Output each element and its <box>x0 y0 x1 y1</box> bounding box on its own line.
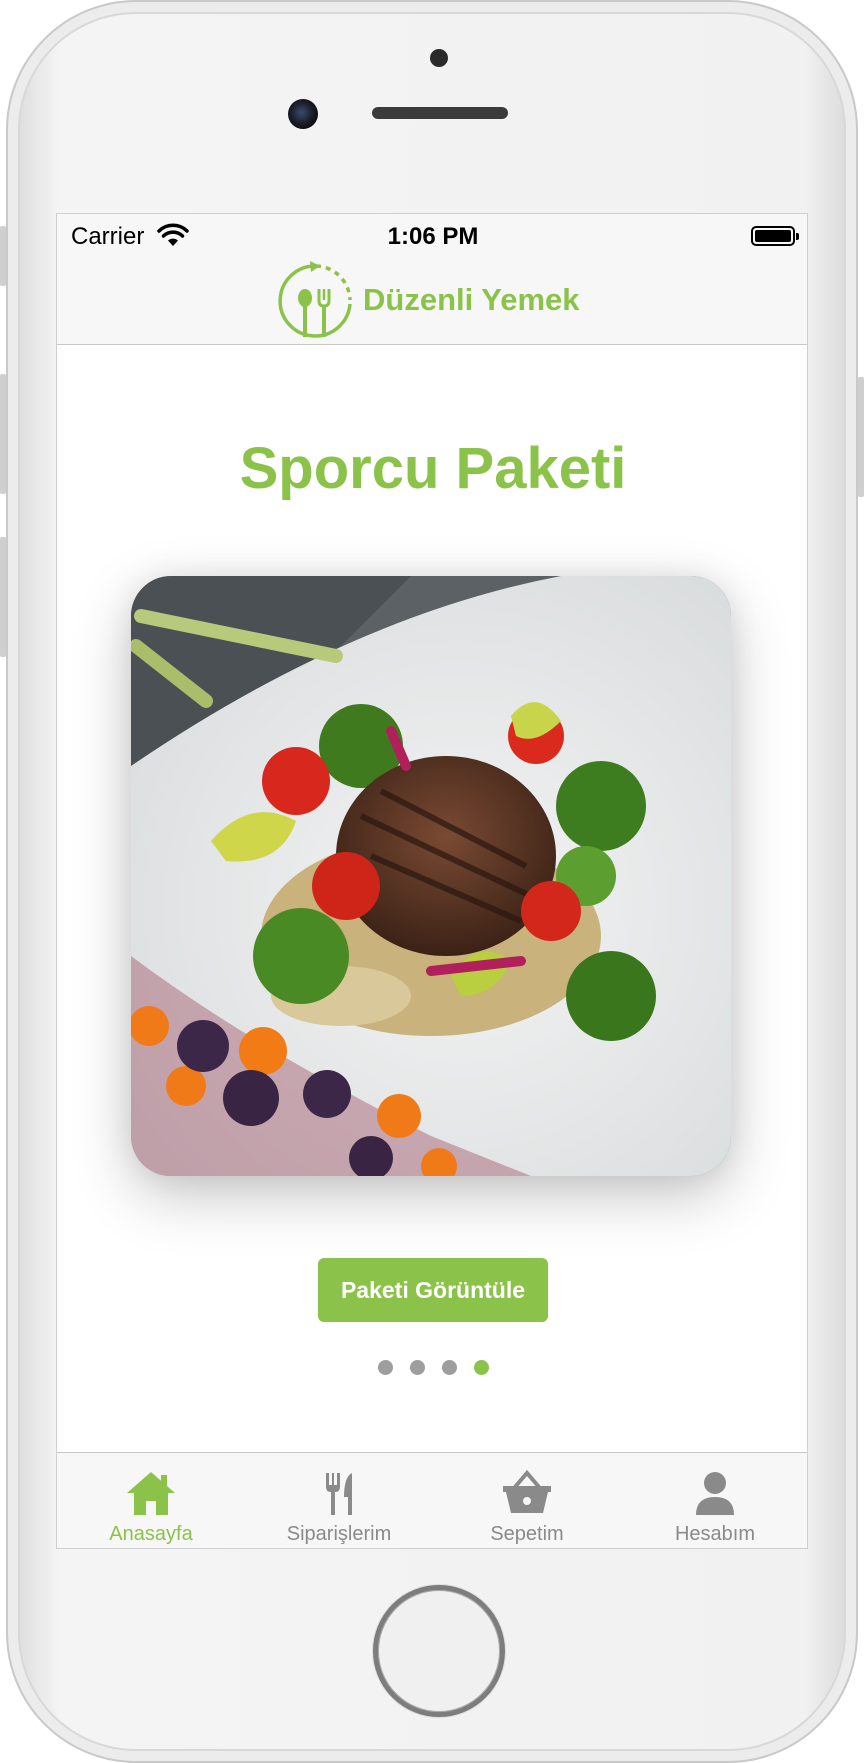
main-content: Sporcu Paketi Paketi Görüntüle <box>57 345 807 1463</box>
proximity-sensor <box>430 49 448 67</box>
battery-icon <box>751 226 799 246</box>
page-dot-2[interactable] <box>409 1360 425 1375</box>
status-time: 1:06 PM <box>387 223 479 250</box>
package-image[interactable] <box>131 576 731 1176</box>
page-dot-1[interactable] <box>377 1360 393 1375</box>
food-photo <box>131 576 731 1176</box>
page-dot-4[interactable] <box>473 1360 489 1375</box>
page-dot-3[interactable] <box>441 1360 457 1375</box>
front-camera <box>288 99 318 129</box>
earpiece-speaker <box>372 107 508 119</box>
tab-bar: Anasayfa Siparişlerim Sepetim Hesabım <box>57 1452 807 1548</box>
home-button[interactable] <box>373 1585 505 1717</box>
logo-icon <box>278 261 352 338</box>
page-indicator[interactable] <box>57 1360 807 1375</box>
volume-up-button <box>0 374 6 494</box>
package-title: Sporcu Paketi <box>239 436 627 501</box>
tab-label: Anasayfa <box>109 1523 193 1545</box>
fork-knife-icon <box>326 1473 352 1515</box>
tab-sepetim[interactable]: Sepetim <box>433 1453 621 1548</box>
app-screen: Carrier 1:06 PM Düzenli Yemek Sporcu Pak… <box>56 213 808 1549</box>
header-bar: Düzenli Yemek <box>57 258 807 345</box>
volume-down-button <box>0 537 6 657</box>
home-icon <box>127 1472 175 1515</box>
tab-label: Siparişlerim <box>286 1523 392 1545</box>
user-icon <box>696 1472 734 1515</box>
tab-label: Hesabım <box>674 1523 756 1545</box>
tab-siparislerim[interactable]: Siparişlerim <box>245 1453 433 1548</box>
tab-label: Sepetim <box>490 1523 564 1545</box>
mute-switch <box>0 226 6 286</box>
logo-text: Düzenli Yemek <box>363 282 580 317</box>
tab-hesabim[interactable]: Hesabım <box>621 1453 807 1548</box>
tab-anasayfa[interactable]: Anasayfa <box>57 1453 245 1548</box>
power-button <box>858 377 864 497</box>
status-bar: Carrier 1:06 PM <box>57 214 807 258</box>
view-package-button[interactable]: Paketi Görüntüle <box>318 1258 548 1322</box>
basket-icon <box>503 1469 551 1513</box>
